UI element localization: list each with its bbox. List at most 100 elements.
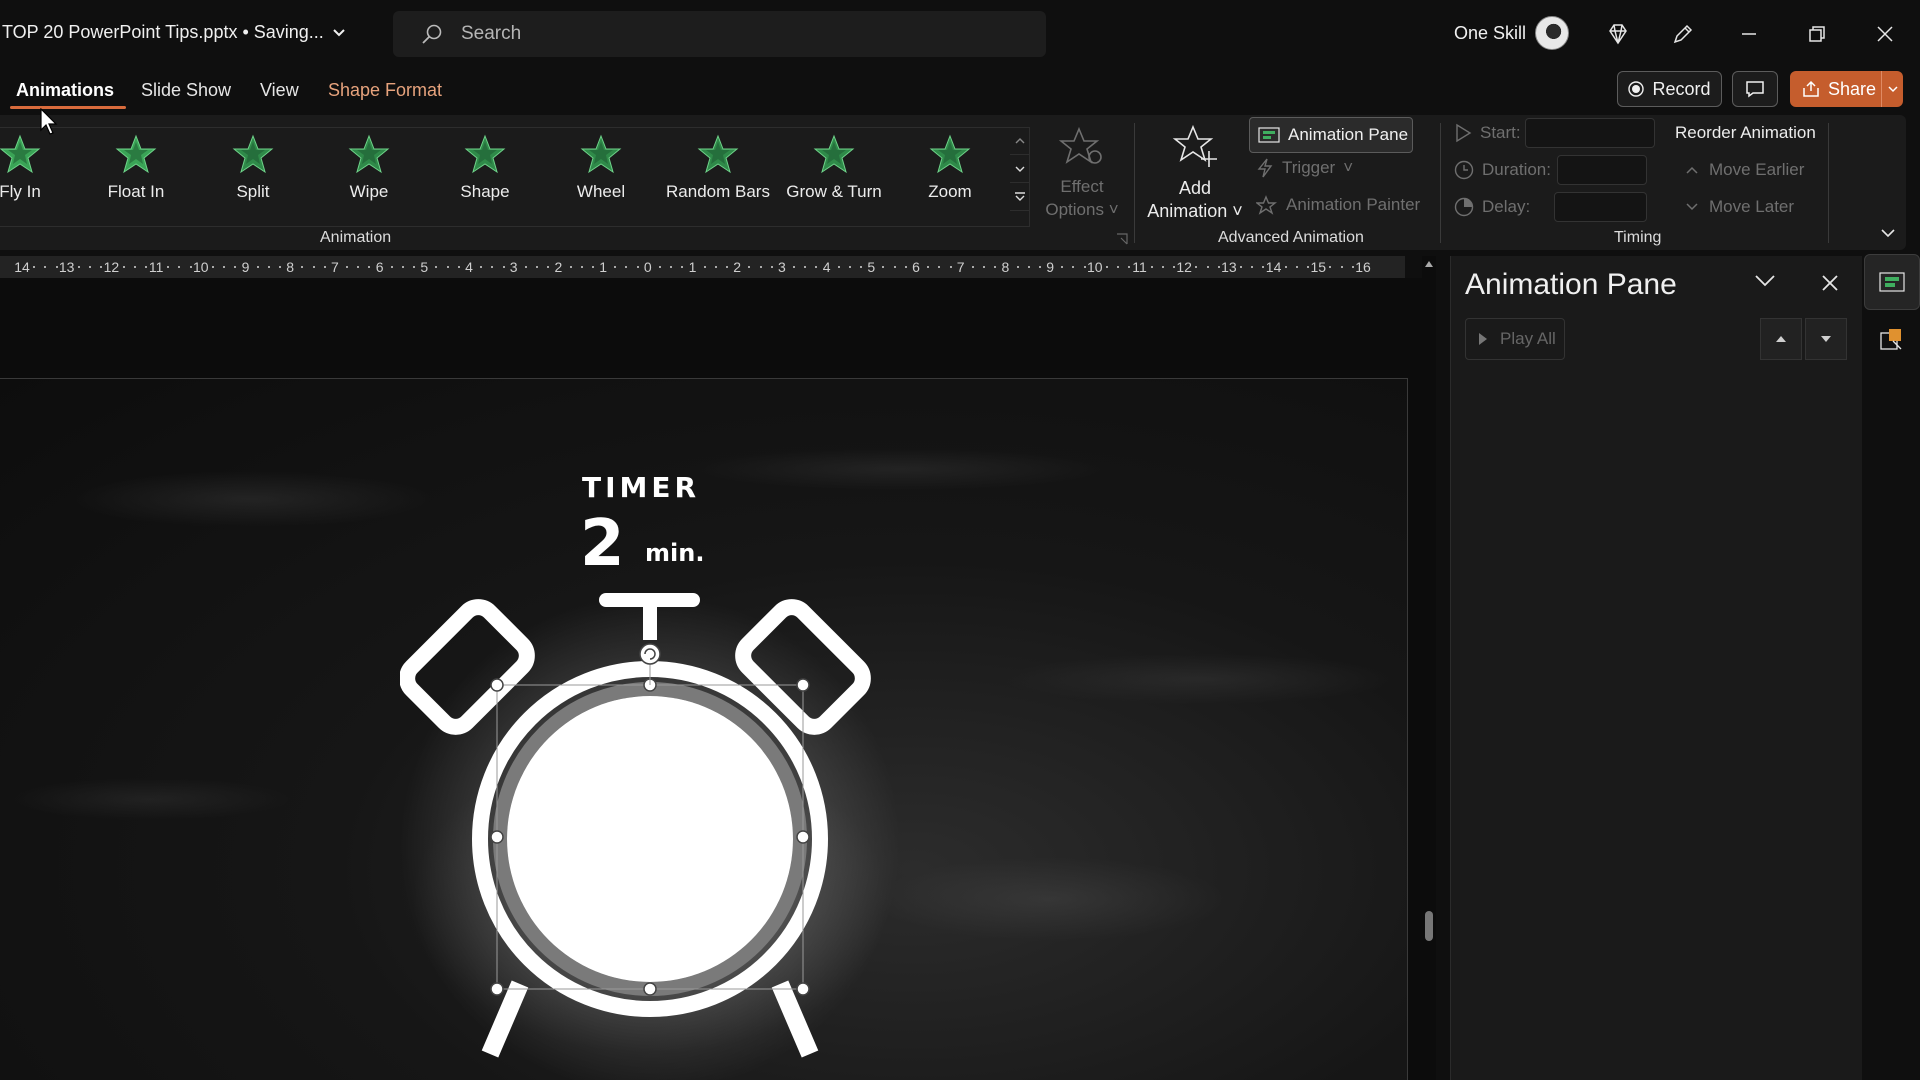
animation-painter-button[interactable]: Animation Painter — [1256, 195, 1420, 215]
scroll-up-arrow-icon[interactable] — [1424, 260, 1434, 268]
ruler-tick-mark — [580, 266, 583, 268]
animation-float-in[interactable]: Float In — [81, 134, 191, 224]
comments-button[interactable] — [1732, 71, 1778, 107]
user-name[interactable]: One Skill — [1454, 23, 1526, 44]
slide[interactable]: TIMER 2 min. — [0, 378, 1408, 1080]
duration-row: Duration: — [1454, 160, 1551, 180]
minimize-icon[interactable] — [1733, 18, 1765, 50]
move-down-button[interactable] — [1805, 318, 1847, 360]
animation-shape[interactable]: Shape — [430, 134, 540, 224]
ruler-tick-mark — [1072, 266, 1075, 268]
animation-zoom[interactable]: Zoom — [895, 134, 1005, 224]
mouse-cursor-icon — [40, 108, 58, 135]
timer-title[interactable]: TIMER — [582, 471, 700, 504]
ruler-tick-mark — [569, 266, 572, 268]
move-up-button[interactable] — [1760, 318, 1802, 360]
animation-grow-turn[interactable]: Grow & Turn — [779, 134, 889, 224]
ruler-label: 0 — [643, 259, 652, 275]
lightning-icon — [1257, 158, 1273, 178]
format-shape-icon — [1880, 329, 1902, 350]
share-button[interactable]: Share — [1790, 71, 1903, 107]
reorder-animation-title: Reorder Animation — [1675, 123, 1816, 142]
alarm-clock-shape[interactable] — [400, 574, 920, 1080]
duration-spinner[interactable] — [1557, 155, 1647, 185]
trigger-button[interactable]: Trigger ˅ — [1256, 158, 1353, 178]
tab-view[interactable]: View — [260, 80, 299, 101]
timer-unit[interactable]: min. — [645, 539, 704, 567]
animation-pane-button[interactable]: Animation Pane — [1249, 117, 1413, 153]
ruler-label: 11 — [148, 259, 164, 275]
scrollbar-thumb[interactable] — [1425, 911, 1433, 941]
ruler-label: 9 — [1046, 259, 1054, 275]
timer-number[interactable]: 2 — [580, 507, 625, 581]
add-animation-button[interactable]: Add Animation ˅ — [1140, 123, 1250, 223]
delay-icon — [1454, 197, 1474, 217]
tab-animations[interactable]: Animations — [9, 80, 127, 109]
ruler-tick-mark — [848, 266, 851, 268]
gallery-more[interactable] — [1010, 183, 1030, 211]
record-button[interactable]: Record — [1617, 71, 1722, 107]
ruler-tick-mark — [256, 266, 259, 268]
ruler-label: 13 — [1221, 259, 1237, 275]
ruler-tick-mark — [1351, 266, 1354, 268]
ruler-tick-mark — [793, 266, 796, 268]
start-dropdown[interactable] — [1525, 118, 1655, 148]
ruler-tick-mark — [502, 266, 505, 268]
delay-spinner[interactable] — [1554, 192, 1647, 222]
animation-painter-icon — [1256, 195, 1277, 215]
side-rail — [1864, 250, 1920, 1080]
document-title-button[interactable]: TOP 20 PowerPoint Tips.pptx • Saving... — [2, 22, 346, 43]
effect-options-icon — [1058, 126, 1102, 164]
title-bar: TOP 20 PowerPoint Tips.pptx • Saving... … — [0, 0, 1920, 68]
diamond-icon[interactable] — [1602, 18, 1634, 50]
ruler-tick-mark — [100, 266, 103, 268]
ruler-tick-mark — [524, 266, 527, 268]
animation-wheel[interactable]: Wheel — [546, 134, 656, 224]
close-icon[interactable] — [1821, 274, 1839, 292]
ruler-label: 13 — [58, 259, 75, 275]
gallery-scroll-up[interactable] — [1010, 127, 1030, 155]
ruler-tick-mark — [312, 266, 315, 268]
ruler-tick-mark — [893, 266, 896, 268]
move-later-button[interactable]: Move Later — [1685, 197, 1794, 217]
ruler-tick-mark — [1284, 266, 1287, 268]
tab-slide-show[interactable]: Slide Show — [141, 80, 231, 101]
close-icon[interactable] — [1869, 18, 1901, 50]
chevron-up-icon — [1686, 166, 1698, 174]
ruler-label: 3 — [509, 259, 518, 275]
move-earlier-button[interactable]: Move Earlier — [1685, 160, 1804, 180]
share-label: Share — [1828, 78, 1877, 99]
ruler-label: 7 — [956, 259, 965, 275]
animation-star-icon — [580, 134, 622, 174]
animation-star-icon — [348, 134, 390, 174]
animation-split[interactable]: Split — [198, 134, 308, 224]
chevron-down-icon[interactable] — [1754, 274, 1776, 288]
ruler-tick-mark — [591, 266, 594, 268]
collapse-ribbon-button[interactable] — [1880, 225, 1896, 243]
restore-icon[interactable] — [1801, 18, 1833, 50]
rail-format-pane-button[interactable] — [1864, 312, 1920, 368]
gallery-scroll-down[interactable] — [1010, 155, 1030, 183]
avatar[interactable] — [1535, 16, 1569, 50]
search-box[interactable]: Search — [393, 11, 1046, 57]
effect-options-button[interactable]: Effect Options ˅ — [1036, 125, 1128, 221]
ruler-tick-mark — [1240, 266, 1243, 268]
tab-shape-format[interactable]: Shape Format — [328, 80, 442, 101]
ruler-tick-mark — [748, 266, 751, 268]
record-icon — [1628, 81, 1645, 97]
ruler-tick-mark — [714, 266, 717, 268]
pen-icon[interactable] — [1667, 18, 1699, 50]
vertical-scrollbar[interactable] — [1422, 256, 1436, 1080]
ruler-tick-mark — [77, 266, 80, 268]
more-icon — [1015, 191, 1025, 201]
clock-stem — [643, 600, 657, 640]
animation-fly-in[interactable]: Fly In — [0, 134, 75, 224]
animation-random-bars[interactable]: Random Bars — [663, 134, 773, 224]
share-dropdown[interactable] — [1881, 71, 1903, 107]
dialog-launcher-icon[interactable] — [1116, 233, 1128, 245]
animation-wipe[interactable]: Wipe — [314, 134, 424, 224]
document-title: TOP 20 PowerPoint Tips.pptx • Saving... — [2, 22, 324, 42]
rail-animation-pane-button[interactable] — [1864, 254, 1920, 310]
ruler-tick-mark — [904, 266, 907, 268]
play-all-button[interactable]: Play All — [1465, 318, 1565, 360]
